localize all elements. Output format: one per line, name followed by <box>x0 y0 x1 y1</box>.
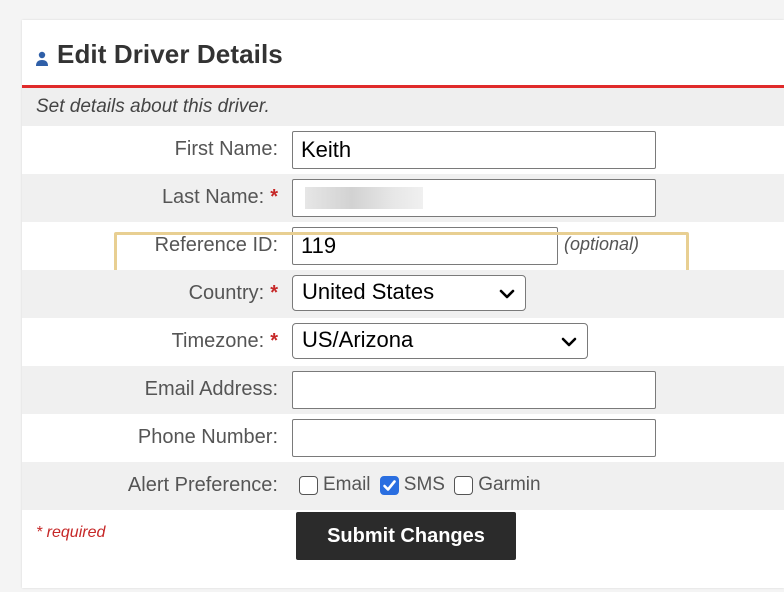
last-name-label: Last Name: * <box>162 186 278 209</box>
alert-preference-row: Alert Preference: Email SMS Garmin <box>22 462 784 510</box>
email-input[interactable] <box>292 371 656 409</box>
first-name-label: First Name: <box>174 138 278 160</box>
alert-options: Email SMS Garmin <box>299 474 545 501</box>
phone-row: Phone Number: <box>22 414 784 462</box>
chevron-down-icon <box>561 337 577 347</box>
required-asterisk: * <box>270 330 278 352</box>
email-label: Email Address: <box>144 378 278 400</box>
sms-option-label: SMS <box>403 474 445 495</box>
page-title: Edit Driver Details <box>57 39 283 69</box>
last-name-label-text: Last Name: <box>161 186 265 208</box>
reference-id-row: Reference ID: (optional) <box>22 222 784 270</box>
phone-input[interactable] <box>292 419 656 457</box>
intro-text: Set details about this driver. <box>36 96 270 117</box>
first-name-row: First Name: <box>22 126 784 174</box>
checkmark-icon <box>382 479 396 491</box>
alert-option-sms[interactable]: SMS <box>379 474 445 496</box>
last-name-row: Last Name: * <box>22 174 784 222</box>
submit-changes-button[interactable]: Submit Changes <box>296 512 516 560</box>
required-asterisk: * <box>270 186 278 208</box>
reference-id-label: Reference ID: <box>154 234 278 256</box>
form-footer: * required Submit Changes <box>22 510 784 570</box>
intro-row: Set details about this driver. <box>22 88 784 126</box>
redacted-value <box>305 187 423 209</box>
timezone-row: Timezone: * US/Arizona <box>22 318 784 366</box>
person-icon <box>36 51 48 66</box>
first-name-input[interactable] <box>292 131 656 169</box>
timezone-selected-value: US/Arizona <box>302 327 414 352</box>
required-asterisk: * <box>270 282 278 304</box>
required-note: * required <box>36 524 106 541</box>
chevron-down-icon <box>499 289 515 299</box>
email-row: Email Address: <box>22 366 784 414</box>
timezone-label: Timezone: * <box>172 330 278 353</box>
country-selected-value: United States <box>302 279 435 304</box>
country-select[interactable]: United States <box>292 275 526 311</box>
optional-hint: (optional) <box>564 234 640 254</box>
alert-preference-label: Alert Preference: <box>127 474 278 496</box>
country-row: Country: * United States <box>22 270 784 318</box>
country-label: Country: * <box>189 282 278 305</box>
sms-checkbox[interactable] <box>379 475 399 495</box>
timezone-label-text: Timezone: <box>171 330 265 352</box>
email-checkbox[interactable] <box>299 475 318 495</box>
phone-label: Phone Number: <box>137 426 278 448</box>
alert-option-email[interactable]: Email <box>299 474 371 496</box>
email-option-label: Email <box>323 474 371 495</box>
last-name-input[interactable] <box>292 179 656 217</box>
garmin-option-label: Garmin <box>478 474 541 495</box>
timezone-select[interactable]: US/Arizona <box>292 323 588 359</box>
garmin-checkbox[interactable] <box>454 475 474 495</box>
alert-option-garmin[interactable]: Garmin <box>454 474 541 496</box>
edit-driver-panel: Edit Driver Details Set details about th… <box>22 20 784 588</box>
panel-header: Edit Driver Details <box>22 20 784 88</box>
reference-id-input[interactable] <box>292 227 558 265</box>
country-label-text: Country: <box>188 282 265 304</box>
